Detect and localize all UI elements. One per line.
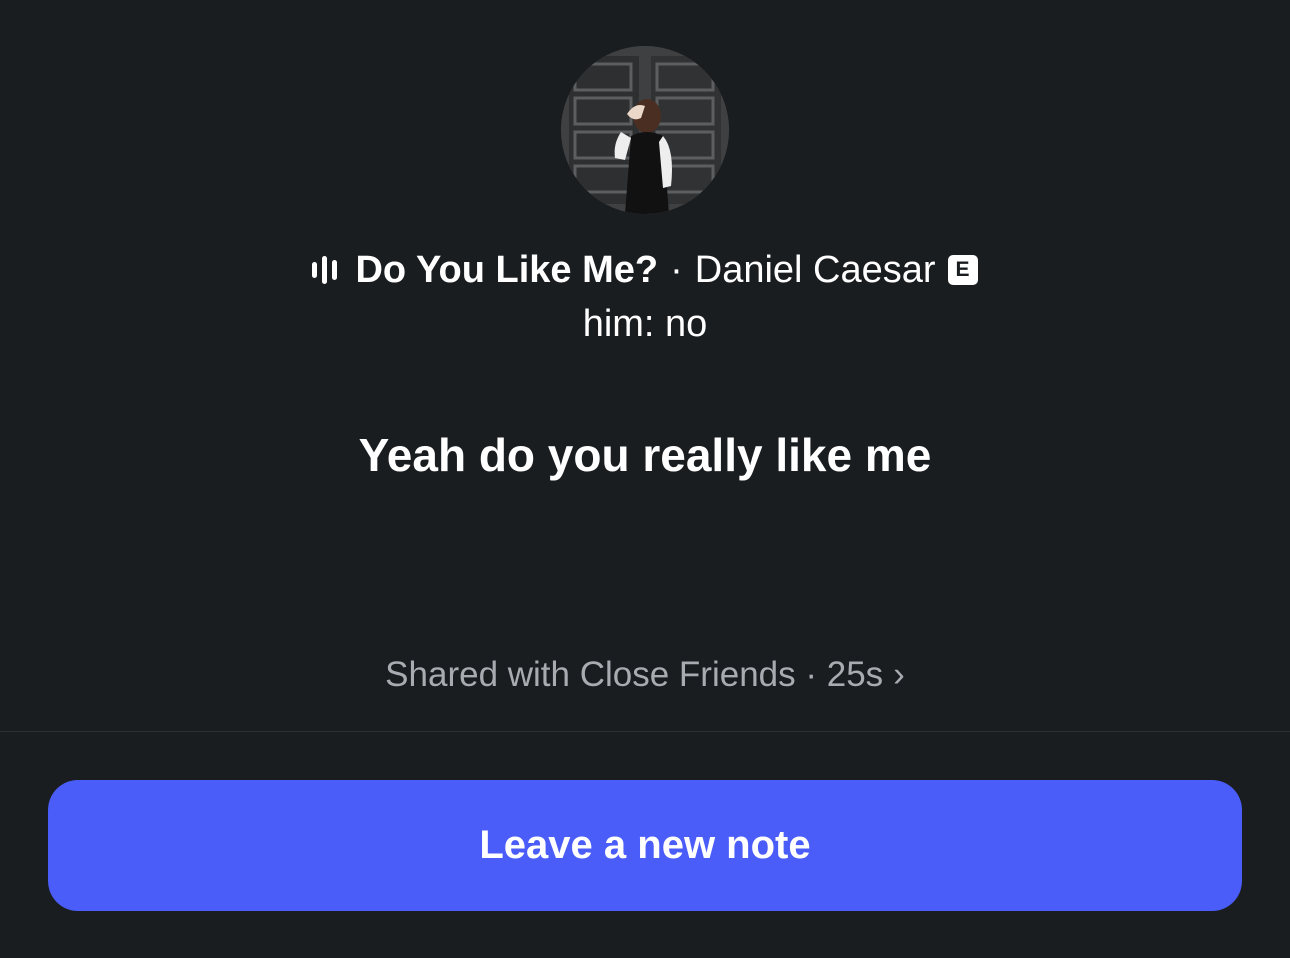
shared-with-link[interactable]: Shared with Close Friends · 25s › <box>0 652 1290 698</box>
shared-text: Shared with Close Friends · 25s <box>385 655 884 694</box>
profile-avatar[interactable] <box>561 46 729 214</box>
song-separator: · <box>670 249 683 291</box>
explicit-badge-icon: E <box>947 255 978 285</box>
song-title: Do You Like Me? <box>355 249 659 291</box>
song-artist: Daniel Caesar <box>694 249 936 291</box>
chevron-right-icon: › <box>893 655 905 694</box>
leave-new-note-label: Leave a new note <box>479 823 811 867</box>
audio-wave-icon <box>312 255 338 285</box>
note-caption: him: no <box>582 303 708 345</box>
song-lyric: Yeah do you really like me <box>358 429 932 481</box>
avatar-photo <box>561 46 729 214</box>
song-info[interactable]: Do You Like Me? · Daniel Caesar E <box>0 244 1290 296</box>
leave-new-note-button[interactable]: Leave a new note <box>48 780 1242 911</box>
divider <box>0 731 1290 732</box>
